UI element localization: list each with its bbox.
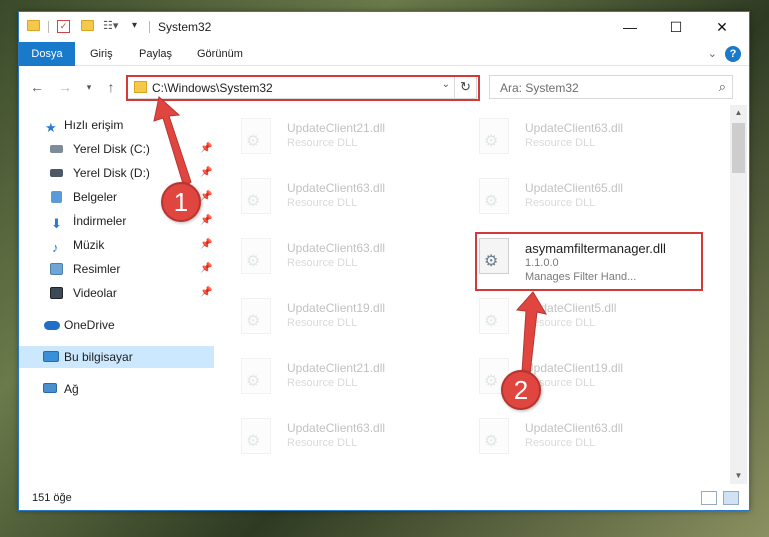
arrow-to-address — [153, 96, 192, 188]
explorer-window: ✓ ☷▾ ▾ System32 — ☐ ✕ Dosya Giriş Paylaş… — [18, 11, 750, 511]
arrow-to-file — [515, 291, 548, 375]
step-1-badge: 1 — [161, 182, 201, 222]
step-2-badge: 2 — [501, 370, 541, 410]
annotation-arrows — [153, 96, 548, 375]
